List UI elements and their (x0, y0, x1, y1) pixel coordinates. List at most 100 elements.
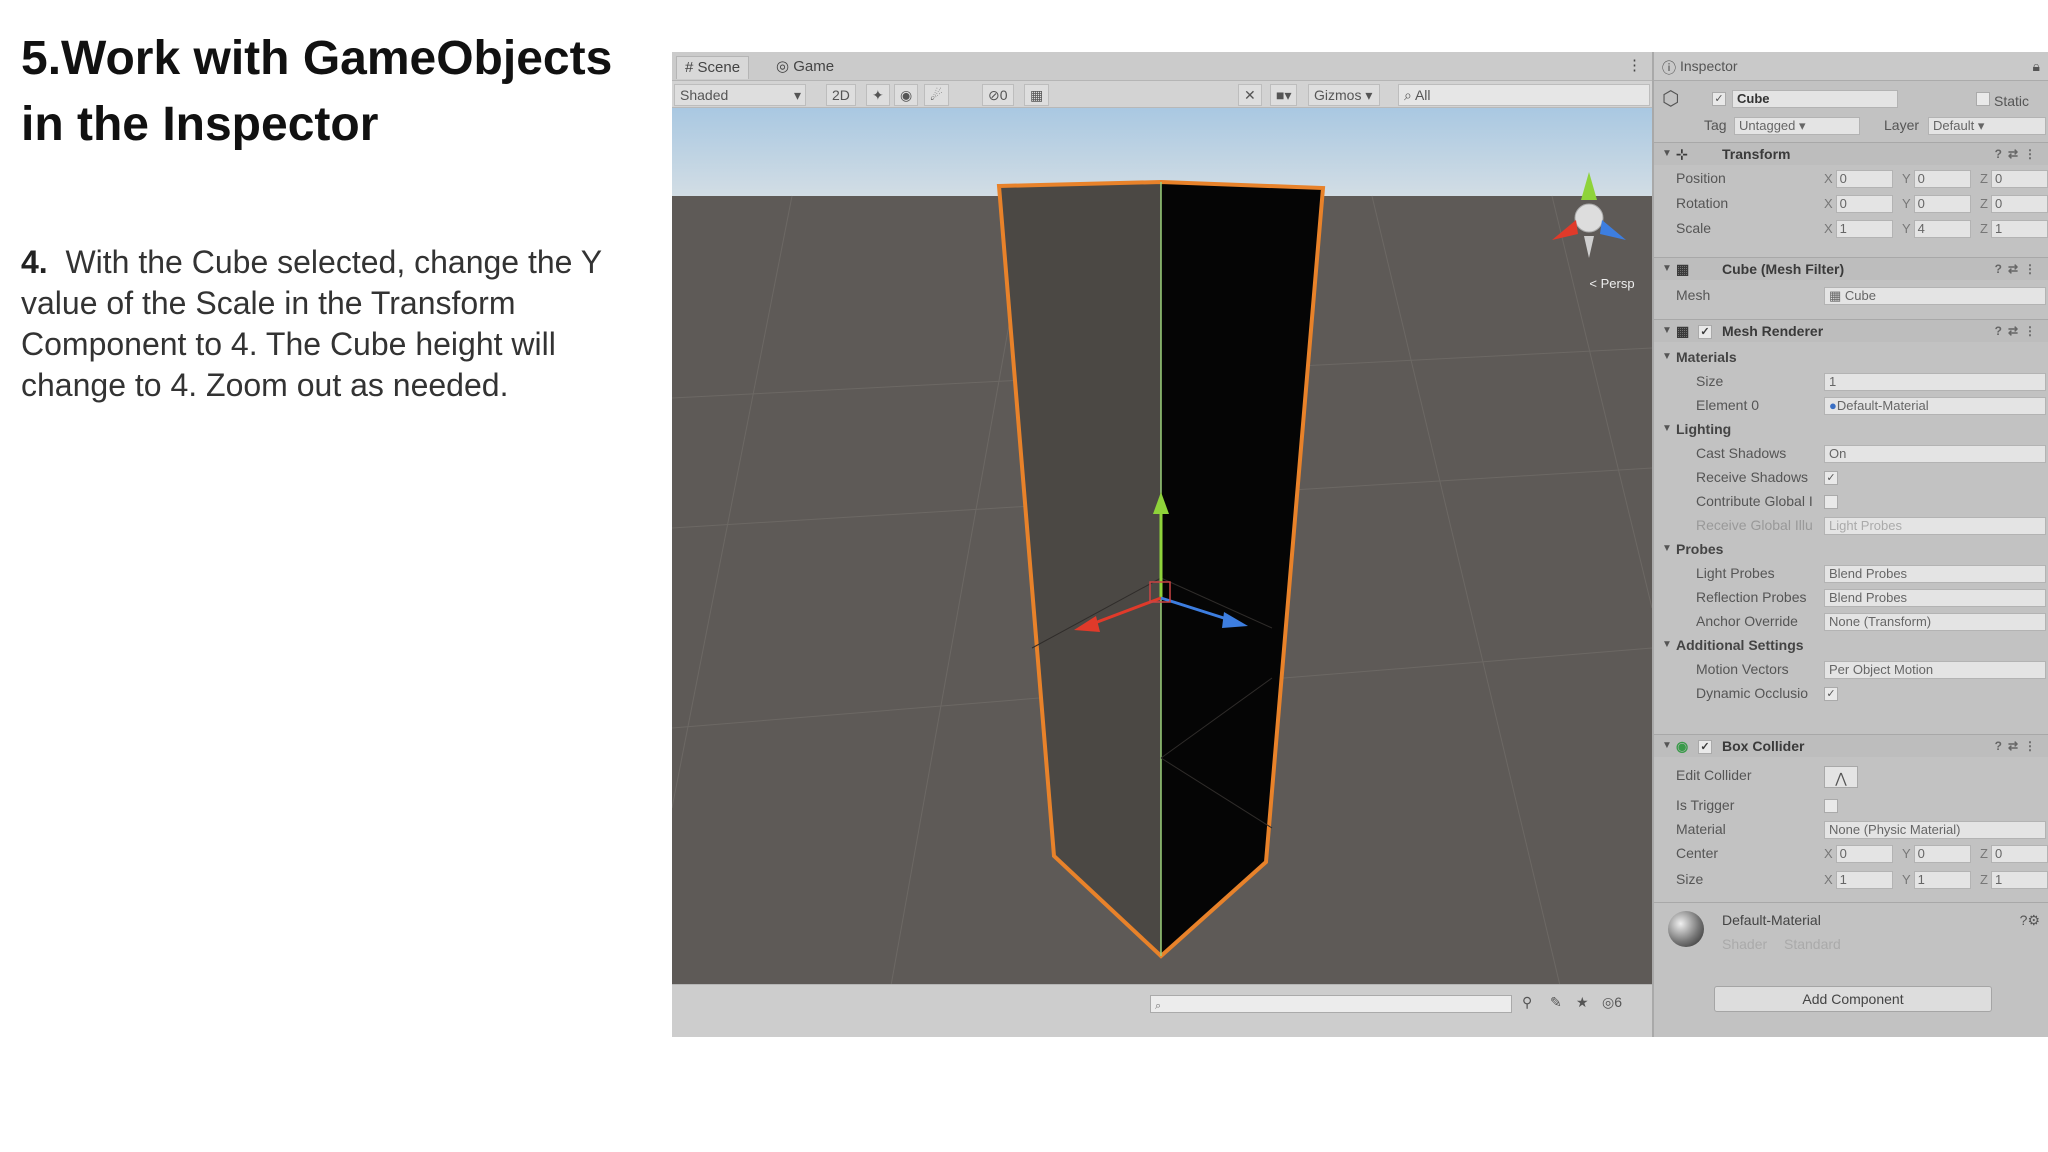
is-trigger-checkbox[interactable] (1824, 799, 1838, 813)
camera-icon[interactable]: ■▾ (1270, 84, 1298, 106)
shading-mode-dropdown[interactable]: Shaded ▾ (674, 84, 806, 106)
shader-value[interactable]: Standard (1784, 933, 1841, 955)
shader-label: Shader (1722, 936, 1768, 952)
receive-shadows-checkbox[interactable]: ✓ (1824, 471, 1838, 485)
element0-field[interactable]: ●Default-Material (1824, 397, 2046, 415)
expand-triangle-icon[interactable]: ▼ (1662, 634, 1672, 656)
step-text: With the Cube selected, change the Y val… (21, 244, 602, 403)
scale-z-field[interactable]: Z1 (1980, 220, 2048, 238)
mesh-renderer-enabled-checkbox[interactable]: ✓ (1698, 325, 1712, 339)
rotation-x-field[interactable]: X0 (1824, 195, 1893, 213)
rotation-z-field[interactable]: Z0 (1980, 195, 2048, 213)
scene-tab-icon: # (685, 59, 694, 76)
receive-gi-dropdown[interactable]: Light Probes (1824, 517, 2046, 535)
lighting-toggle-icon[interactable]: ✦ (866, 84, 890, 106)
expand-triangle-icon[interactable]: ▼ (1662, 143, 1672, 165)
materials-label: Materials (1676, 349, 1737, 365)
is-trigger-row: Is Trigger (1654, 794, 2048, 816)
rotation-y-field[interactable]: Y0 (1902, 195, 1971, 213)
size-x-field[interactable]: X1 (1824, 871, 1893, 889)
contribute-gi-row: Contribute Global I (1654, 490, 2048, 512)
scene-search-input[interactable]: ⌕ All (1398, 84, 1650, 106)
gizmos-dropdown[interactable]: Gizmos ▾ (1308, 84, 1380, 106)
lock-icon[interactable]: 🔒︎ (2033, 58, 2040, 75)
expand-triangle-icon[interactable]: ▼ (1662, 538, 1672, 560)
box-collider-enabled-checkbox[interactable]: ✓ (1698, 740, 1712, 754)
component-menu-icons[interactable]: ?⇄⋮ (1995, 258, 2042, 280)
toggle-2d-button[interactable]: 2D (826, 84, 856, 106)
tab-scene[interactable]: # Scene (676, 56, 750, 79)
component-menu-icons[interactable]: ?⇄⋮ (1995, 143, 2042, 165)
mesh-field[interactable]: ▦ Cube (1824, 287, 2046, 305)
position-y-field[interactable]: Y0 (1902, 170, 1971, 188)
size-z-field[interactable]: Z1 (1980, 871, 2048, 889)
contribute-gi-checkbox[interactable] (1824, 495, 1838, 509)
audio-toggle-icon[interactable]: ◉ (894, 84, 919, 106)
expand-triangle-icon[interactable]: ▼ (1662, 258, 1672, 280)
position-z-field[interactable]: Z0 (1980, 170, 2048, 188)
layer-dropdown[interactable]: Default ▾ (1928, 117, 2046, 135)
scene-tab-bar: # Scene ◎ Game ⋮ (672, 52, 1652, 81)
dynamic-occlusion-checkbox[interactable]: ✓ (1824, 687, 1838, 701)
scale-x-field[interactable]: X1 (1824, 220, 1893, 238)
hidden-objects-button[interactable]: ⊘0 (982, 84, 1014, 106)
edit-collider-label: Edit Collider (1676, 767, 1752, 783)
reflection-probes-dropdown[interactable]: Blend Probes (1824, 589, 2046, 607)
chevron-down-icon: ▾ (793, 87, 801, 103)
tab-game[interactable]: ◎ Game (768, 56, 842, 78)
probes-foldout[interactable]: ▼ Probes (1654, 538, 2048, 560)
center-y-field[interactable]: Y0 (1902, 845, 1971, 863)
effects-toggle-icon[interactable]: ☄ (924, 84, 949, 106)
star-icon[interactable]: ★ (1576, 994, 1589, 1011)
expand-triangle-icon[interactable]: ▼ (1662, 735, 1672, 757)
materials-foldout[interactable]: ▼ Materials (1654, 346, 2048, 368)
scene-viewport[interactable]: < Persp (672, 108, 1652, 1036)
search-placeholder: All (1414, 87, 1431, 103)
gizmos-label: Gizmos (1314, 87, 1362, 103)
static-checkbox[interactable] (1976, 92, 1990, 106)
light-probes-dropdown[interactable]: Blend Probes (1824, 565, 2046, 583)
tag-dropdown[interactable]: Untagged ▾ (1734, 117, 1860, 135)
material-menu-icons[interactable]: ?⚙ (2020, 909, 2040, 931)
component-menu-icons[interactable]: ?⇄⋮ (1995, 735, 2042, 757)
mesh-filter-title: Cube (Mesh Filter) (1722, 261, 1845, 277)
expand-triangle-icon[interactable]: ▼ (1662, 320, 1672, 342)
hierarchy-search-input[interactable]: ⌕ (1150, 995, 1512, 1013)
object-name-field[interactable]: Cube (1732, 90, 1898, 108)
lock-icon[interactable]: ⚲ (1522, 994, 1532, 1011)
component-menu-icons[interactable]: ?⇄⋮ (1995, 320, 2042, 342)
materials-size-field[interactable]: 1 (1824, 373, 2046, 391)
mesh-filter-header[interactable]: ▼ ▦ Cube (Mesh Filter) ?⇄⋮ (1654, 257, 2048, 280)
box-collider-header[interactable]: ▼ ◉ ✓ Box Collider ?⇄⋮ (1654, 734, 2048, 757)
brush-icon[interactable]: ✎ (1550, 994, 1562, 1011)
expand-triangle-icon[interactable]: ▼ (1662, 346, 1672, 368)
lighting-foldout[interactable]: ▼ Lighting (1654, 418, 2048, 440)
tools-icon[interactable]: ✕ (1238, 84, 1262, 106)
edit-collider-button[interactable]: ⋀ (1824, 766, 1858, 788)
motion-vectors-dropdown[interactable]: Per Object Motion (1824, 661, 2046, 679)
position-x-field[interactable]: X0 (1824, 170, 1893, 188)
mesh-value: Cube (1844, 288, 1876, 303)
cast-shadows-dropdown[interactable]: On (1824, 445, 2046, 463)
expand-triangle-icon[interactable]: ▼ (1662, 418, 1672, 440)
visibility-count[interactable]: ◎6 (1602, 994, 1622, 1011)
more-options-icon[interactable]: ⋮ (1627, 56, 1642, 74)
persp-label[interactable]: < Persp (1589, 276, 1634, 291)
material-sphere-icon (1668, 911, 1704, 947)
additional-settings-foldout[interactable]: ▼ Additional Settings (1654, 634, 2048, 656)
search-icon: ⌕ (1404, 87, 1412, 103)
scale-y-field[interactable]: Y4 (1902, 220, 1971, 238)
mesh-renderer-header[interactable]: ▼ ▦ ✓ Mesh Renderer ?⇄⋮ (1654, 319, 2048, 342)
center-z-field[interactable]: Z0 (1980, 845, 2048, 863)
mesh-row: Mesh ▦ Cube (1654, 284, 2048, 306)
transform-header[interactable]: ▼ ⊹ Transform ?⇄⋮ (1654, 142, 2048, 165)
center-x-field[interactable]: X0 (1824, 845, 1893, 863)
inspector-tab[interactable]: ⓘ Inspector 🔒︎ (1654, 52, 2048, 81)
size-y-field[interactable]: Y1 (1902, 871, 1971, 889)
collider-material-field[interactable]: None (Physic Material) (1824, 821, 2046, 839)
anchor-override-field[interactable]: None (Transform) (1824, 613, 2046, 631)
step-instruction: 4. With the Cube selected, change the Y … (21, 242, 661, 406)
grid-toggle-icon[interactable]: ▦ (1024, 84, 1050, 106)
add-component-button[interactable]: Add Component (1714, 986, 1992, 1012)
object-active-checkbox[interactable]: ✓ (1712, 92, 1726, 106)
